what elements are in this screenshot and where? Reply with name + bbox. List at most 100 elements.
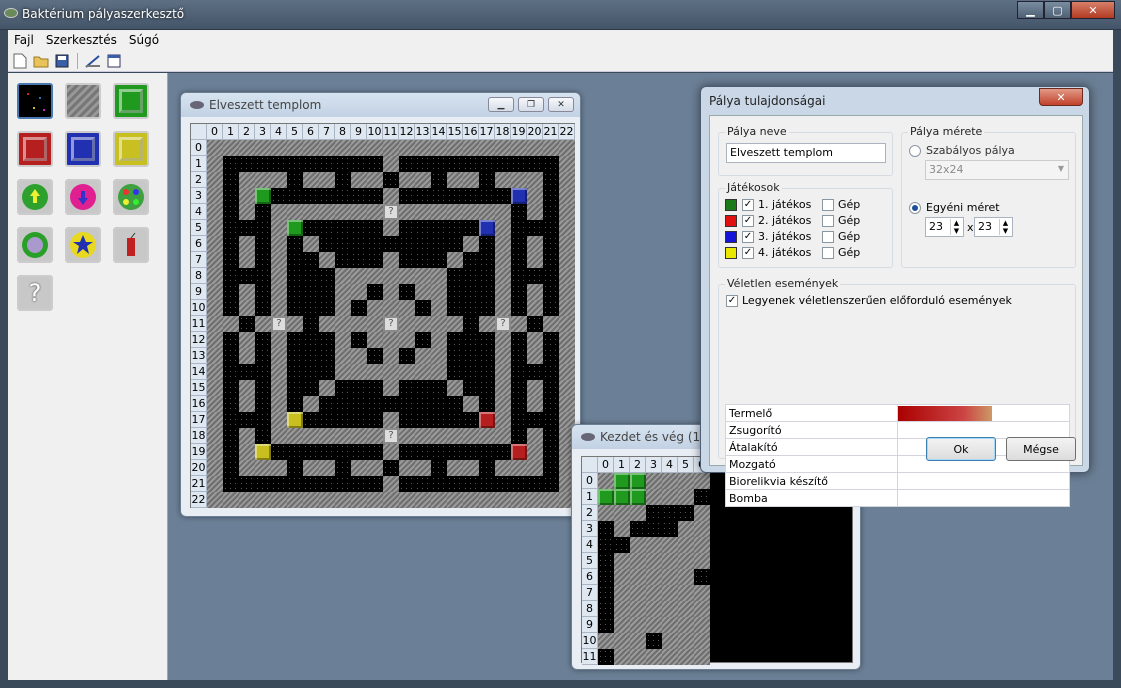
- wall-cell: [431, 316, 447, 332]
- dialog-close-button[interactable]: ✕: [1039, 88, 1083, 106]
- space-cell: [319, 284, 335, 300]
- map-window-title: Elveszett templom: [209, 98, 322, 112]
- ok-button[interactable]: Ok: [926, 437, 996, 461]
- wall-cell: [271, 460, 287, 476]
- wall-cell: [255, 140, 271, 156]
- close-button[interactable]: ✕: [1071, 1, 1115, 19]
- spinner-arrows-icon[interactable]: ▲ ▼: [999, 219, 1011, 235]
- row-header: 14: [191, 364, 207, 380]
- row-header: 4: [582, 537, 598, 553]
- up-arrow-item-button[interactable]: [17, 179, 53, 215]
- width-spinner[interactable]: 23 ▲ ▼: [925, 217, 964, 237]
- event-frequency-slider[interactable]: [897, 472, 1070, 490]
- spinner-arrows-icon[interactable]: ▲ ▼: [950, 219, 962, 235]
- wall-cell: [495, 204, 511, 220]
- wall-cell: [303, 204, 319, 220]
- window-list-icon[interactable]: [105, 52, 123, 70]
- player-ai-checkbox[interactable]: [822, 247, 834, 259]
- space-cell: [351, 156, 367, 172]
- dynamite-item-button[interactable]: [113, 227, 149, 263]
- random-item-cell: ?: [383, 428, 399, 444]
- wall-cell: [383, 140, 399, 156]
- menu-edit[interactable]: Szerkesztés: [40, 33, 123, 47]
- wall-cell: [399, 460, 415, 476]
- random-item-button[interactable]: ?: [17, 275, 53, 311]
- red-base-button[interactable]: [17, 131, 53, 167]
- wall-cell: [271, 268, 287, 284]
- regular-size-radio[interactable]: [909, 145, 921, 157]
- wall-cell: [495, 220, 511, 236]
- player-enabled-checkbox[interactable]: ✓: [742, 231, 754, 243]
- space-cell: [511, 268, 527, 284]
- green-base-button[interactable]: [113, 83, 149, 119]
- player-enabled-checkbox[interactable]: ✓: [742, 199, 754, 211]
- space-cell: [303, 348, 319, 364]
- wall-cell: [207, 220, 223, 236]
- player-ai-checkbox[interactable]: [822, 215, 834, 227]
- cancel-button[interactable]: Mégse: [1006, 437, 1076, 461]
- wall-cell: [335, 284, 351, 300]
- space-cell: [367, 476, 383, 492]
- shield-item-button[interactable]: [17, 227, 53, 263]
- event-frequency-slider[interactable]: [897, 404, 1070, 422]
- yellow-base-button[interactable]: [113, 131, 149, 167]
- space-cell: [479, 284, 495, 300]
- multicolor-item-button[interactable]: [113, 179, 149, 215]
- maximize-button[interactable]: ▢: [1044, 1, 1071, 19]
- wall-cell: [543, 492, 559, 508]
- space-cell: [223, 204, 239, 220]
- column-header: 6: [303, 124, 319, 140]
- event-frequency-slider[interactable]: [897, 489, 1070, 507]
- space-cell: [511, 428, 527, 444]
- map-grid[interactable]: 0 1 2 3 4 5 6 7 8 9 10 11 12 13 14 15 16 17 18 19 20 21 22 0 1 2 3…: [190, 123, 575, 508]
- player-ai-checkbox[interactable]: [822, 199, 834, 211]
- wall-tile-button[interactable]: [65, 83, 101, 119]
- column-header: 3: [255, 124, 271, 140]
- space-cell: [495, 444, 511, 460]
- menu-file[interactable]: Fajl: [8, 33, 40, 47]
- down-arrow-item-button[interactable]: [65, 179, 101, 215]
- map-name-input[interactable]: Elveszett templom: [726, 143, 886, 163]
- random-events-checkbox[interactable]: ✓: [726, 295, 738, 307]
- wall-cell: [415, 204, 431, 220]
- player-enabled-checkbox[interactable]: ✓: [742, 247, 754, 259]
- wall-cell: [614, 585, 630, 601]
- space-cell: [447, 284, 463, 300]
- height-spinner[interactable]: 23 ▲ ▼: [974, 217, 1013, 237]
- star-item-button[interactable]: [65, 227, 101, 263]
- random-item-cell: ?: [383, 204, 399, 220]
- properties-icon[interactable]: [84, 52, 102, 70]
- player-ai-checkbox[interactable]: [822, 231, 834, 243]
- row-header: 0: [582, 473, 598, 489]
- minimize-button[interactable]: ▁: [1017, 1, 1044, 19]
- new-file-icon[interactable]: [11, 52, 29, 70]
- space-cell: [319, 476, 335, 492]
- event-frequency-slider[interactable]: [897, 421, 1070, 439]
- space-tile-button[interactable]: [17, 83, 53, 119]
- wall-cell: [367, 332, 383, 348]
- wall-cell: [303, 460, 319, 476]
- child-minimize-button[interactable]: ▁: [488, 97, 514, 112]
- wall-cell: [367, 364, 383, 380]
- space-cell: [223, 188, 239, 204]
- space-cell: [319, 156, 335, 172]
- child-close-button[interactable]: ✕: [548, 97, 574, 112]
- wall-cell: [495, 380, 511, 396]
- wall-cell: [463, 172, 479, 188]
- column-header: 7: [319, 124, 335, 140]
- space-cell: [598, 553, 614, 569]
- player-enabled-checkbox[interactable]: ✓: [742, 215, 754, 227]
- custom-size-radio[interactable]: [909, 202, 921, 214]
- space-cell: [287, 300, 303, 316]
- wall-cell: [662, 537, 678, 553]
- blue-base-button[interactable]: [65, 131, 101, 167]
- wall-cell: [287, 492, 303, 508]
- space-cell: [543, 460, 559, 476]
- save-icon[interactable]: [53, 52, 71, 70]
- wall-cell: [694, 649, 710, 665]
- menu-help[interactable]: Súgó: [123, 33, 165, 47]
- child-restore-button[interactable]: ❐: [518, 97, 544, 112]
- space-cell: [399, 188, 415, 204]
- space-cell: [319, 396, 335, 412]
- open-folder-icon[interactable]: [32, 52, 50, 70]
